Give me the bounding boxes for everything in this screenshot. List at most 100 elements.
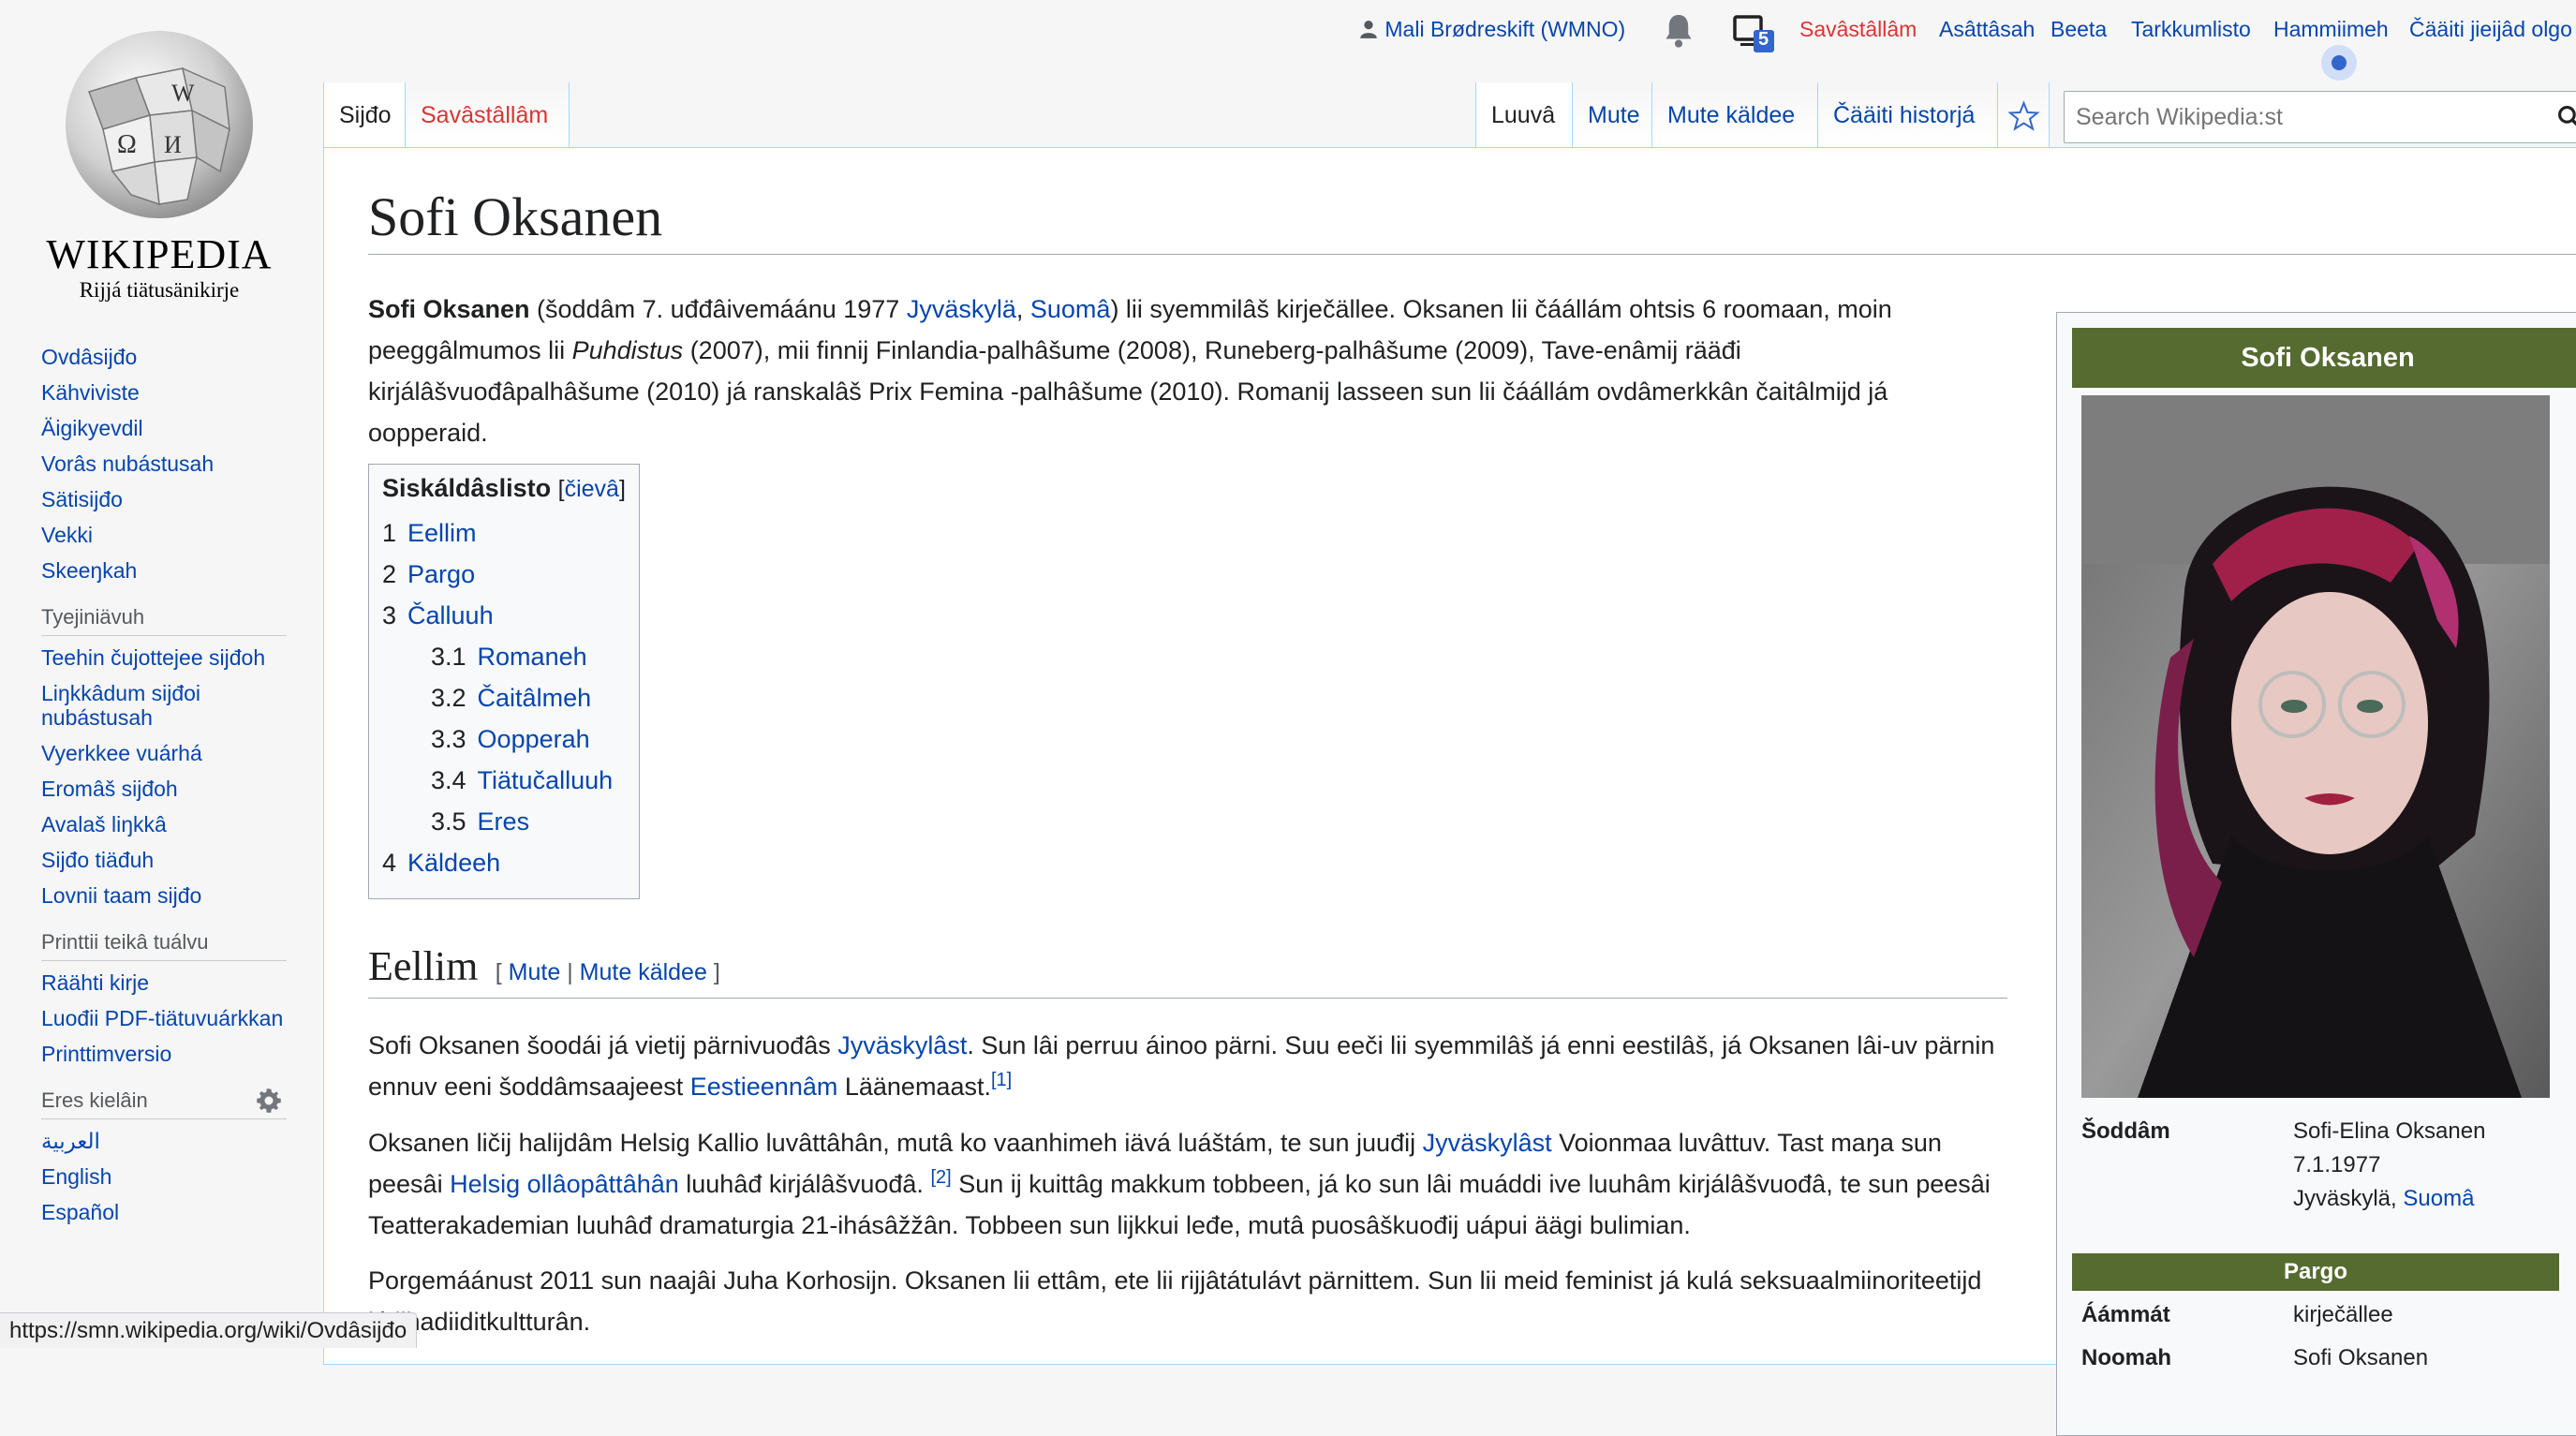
link-eestieennam[interactable]: Eestieennâm [690,1073,838,1101]
user-link[interactable]: Mali Brødreskift (WMNO) [1358,17,1625,42]
personal-link-preferences[interactable]: Asâttâsah [1939,17,2035,42]
toc-link[interactable]: Oopperah [478,725,590,753]
personal-link-beta[interactable]: Beeta [2050,17,2107,42]
toc-item[interactable]: 3.1 Romaneh [382,636,626,677]
sidebar-item-page-info[interactable]: Sijđo tiäđuh [41,848,154,872]
p1-text-1: Sofi Oksanen šoodái já vietij pärnivuođâ… [368,1031,838,1059]
toc-link[interactable]: Romaneh [478,643,587,671]
intro-paragraph: Sofi Oksanen (šoddâm 7. uđđâivemáánu 197… [368,289,1998,453]
personal-link-logout[interactable]: Čääiti jieijâd olgo [2409,17,2572,42]
watch-star-icon[interactable] [1998,82,2050,148]
portrait-photo[interactable] [2081,395,2550,1098]
section-edit-source-link[interactable]: Mute käldee [580,959,707,985]
personal-link-watchlist[interactable]: Tarkkumlisto [2131,17,2251,42]
infobox-title: Sofi Oksanen [2072,328,2576,388]
toc-item[interactable]: 3.5 Eres [382,801,626,842]
toc-item[interactable]: 1 Eellim [382,512,626,554]
p2-text-1: Oksanen ličij halijdâm Helsig Kallio luv… [368,1129,1423,1157]
toc-number: 4 [382,849,397,877]
toc-link[interactable]: Čalluuh [407,601,494,629]
sidebar-item-help[interactable]: Vekki [41,523,93,547]
toc-item[interactable]: 3.2 Čaitâlmeh [382,677,626,718]
sidebar-item-main-page[interactable]: Ovdâsijđo [41,345,137,369]
search-icon[interactable] [2557,105,2576,129]
sidebar-item-create-book[interactable]: Räähti kirje [41,970,149,995]
toc-link[interactable]: Pargo [407,560,475,588]
section-paragraph-2: Oksanen ličij halijdâm Helsig Kallio luv… [368,1122,1998,1246]
wikipedia-logo[interactable]: W Ω И WIKIPEDIA Rijjá tiätusänikirje [37,26,281,302]
link-jyvaskyla[interactable]: Jyväskylä [907,295,1016,323]
section-paragraph-3: Porgemáánust 2011 sun naajâi Juha Korhos… [368,1266,1982,1336]
intro-text-2: , [1015,295,1030,323]
sidebar-languages: Eres kielâin العربية English Español [41,1088,323,1224]
toc-link[interactable]: Eres [478,807,530,836]
toc-item[interactable]: 3.4 Tiätučalluuh [382,760,626,801]
logo-tagline: Rijjá tiätusänikirje [79,278,240,302]
intro-italic-title: Puhdistus [571,336,684,364]
tab-edit-source[interactable]: Mute käldee [1652,82,1818,148]
infobox-label-born: Šoddâm [2081,1118,2170,1144]
sidebar-item-upload-file[interactable]: Vyerkkee vuárhá [41,741,202,765]
sidebar-item-recent-changes[interactable]: Vorâs nubástusah [41,452,214,476]
search-input[interactable] [2065,92,2546,142]
tab-edit[interactable]: Mute [1573,82,1652,148]
sidebar-item-current-events[interactable]: Äigikyevdil [41,416,143,440]
edit-bracket-close: ] [713,959,720,985]
toc-item[interactable]: 4 Käldeeh [382,842,626,883]
tab-history[interactable]: Čääiti historjá [1818,82,1998,148]
reference-2[interactable]: [2] [930,1167,951,1188]
notices-tray-icon[interactable]: 5 [1733,11,1776,60]
svg-text:И: И [164,131,182,158]
cursor-indicator [2321,45,2357,81]
section-edit-links: [ Mute | Mute käldee ] [496,959,720,985]
wikipedia-globe-icon: W Ω И [66,31,253,218]
personal-link-contributions[interactable]: Hammiimeh [2273,17,2389,42]
sidebar-item-download-pdf[interactable]: Luođii PDF-tiätuvuárkkan [41,1006,283,1030]
link-suoma[interactable]: Suomâ [1030,295,1111,323]
toc-number: 3.3 [431,725,466,753]
notifications-bell-icon[interactable] [1663,13,1695,54]
tab-article[interactable]: Sijđo [323,82,406,148]
toc-item[interactable]: 3 Čalluuh [382,595,626,636]
table-of-contents: Siskáldâslisto [čievâ] 1 Eellim 2 Pargo 3Č… [368,464,640,899]
sidebar-item-random-page[interactable]: Sätisijđo [41,487,123,511]
svg-text:W: W [171,80,195,107]
toc-item[interactable]: 2 Pargo [382,554,626,595]
toc-link[interactable]: Eellim [407,519,477,547]
sidebar-item-permanent-link[interactable]: Avalaš liŋkkâ [41,812,167,836]
sidebar-item-special-pages[interactable]: Eromâš sijđoh [41,777,178,801]
sidebar-item-related-changes[interactable]: Liŋkkâdum sijđoi nubástusah [41,681,200,730]
link-jyvaskylast[interactable]: Jyväskylâst [837,1031,967,1059]
sidebar-lang-spanish[interactable]: Español [41,1200,119,1224]
sidebar-item-cite-page[interactable]: Lovnii taam sijđo [41,883,201,908]
toc-item[interactable]: 3.3 Oopperah [382,718,626,760]
infobox-link-suoma[interactable]: Suomâ [2403,1186,2474,1211]
section-edit-link[interactable]: Mute [509,959,561,985]
toc-link[interactable]: Käldeeh [407,849,500,877]
link-helsig-ollaopattahan[interactable]: Helsig ollâopâttâhân [450,1170,679,1198]
sidebar-item-village-pump[interactable]: Kähviviste [41,380,140,405]
section-heading-text: Eellim [368,943,479,989]
sidebar-tools-heading: Tyejiniävuh [41,605,287,636]
tab-talk[interactable]: Savâstâllâm [406,82,570,148]
tab-read[interactable]: Luuvâ [1475,82,1573,148]
link-jyvaskylast-2[interactable]: Jyväskylâst [1423,1129,1552,1157]
reference-1[interactable]: [1] [991,1070,1012,1090]
toc-toggle-button[interactable]: čievâ [565,476,619,502]
sidebar-print-heading: Printtii teikâ tuálvu [41,930,287,961]
sidebar-lang-arabic[interactable]: العربية [41,1129,100,1153]
toc-link[interactable]: Čaitâlmeh [478,684,592,712]
toc-number: 3 [382,601,397,629]
toc-link[interactable]: Tiätučalluuh [478,766,614,794]
toc-number: 1 [382,519,397,547]
personal-link-talk[interactable]: Savâstâllâm [1799,17,1917,42]
toc-number: 3.1 [431,643,466,671]
language-settings-gear-icon[interactable] [255,1087,283,1115]
page-title: Sofi Oksanen [368,185,2576,255]
sidebar-item-what-links-here[interactable]: Teehin čujottejee sijđoh [41,645,265,670]
sidebar: Ovdâsijđo Kähviviste Äigikyevdil Vorâs n… [0,318,323,1236]
p1-text-3: Läänemaast. [837,1073,991,1101]
sidebar-item-donations[interactable]: Skeeŋkah [41,558,137,583]
sidebar-item-printable-version[interactable]: Printtimversio [41,1042,171,1066]
sidebar-lang-english[interactable]: English [41,1164,111,1189]
